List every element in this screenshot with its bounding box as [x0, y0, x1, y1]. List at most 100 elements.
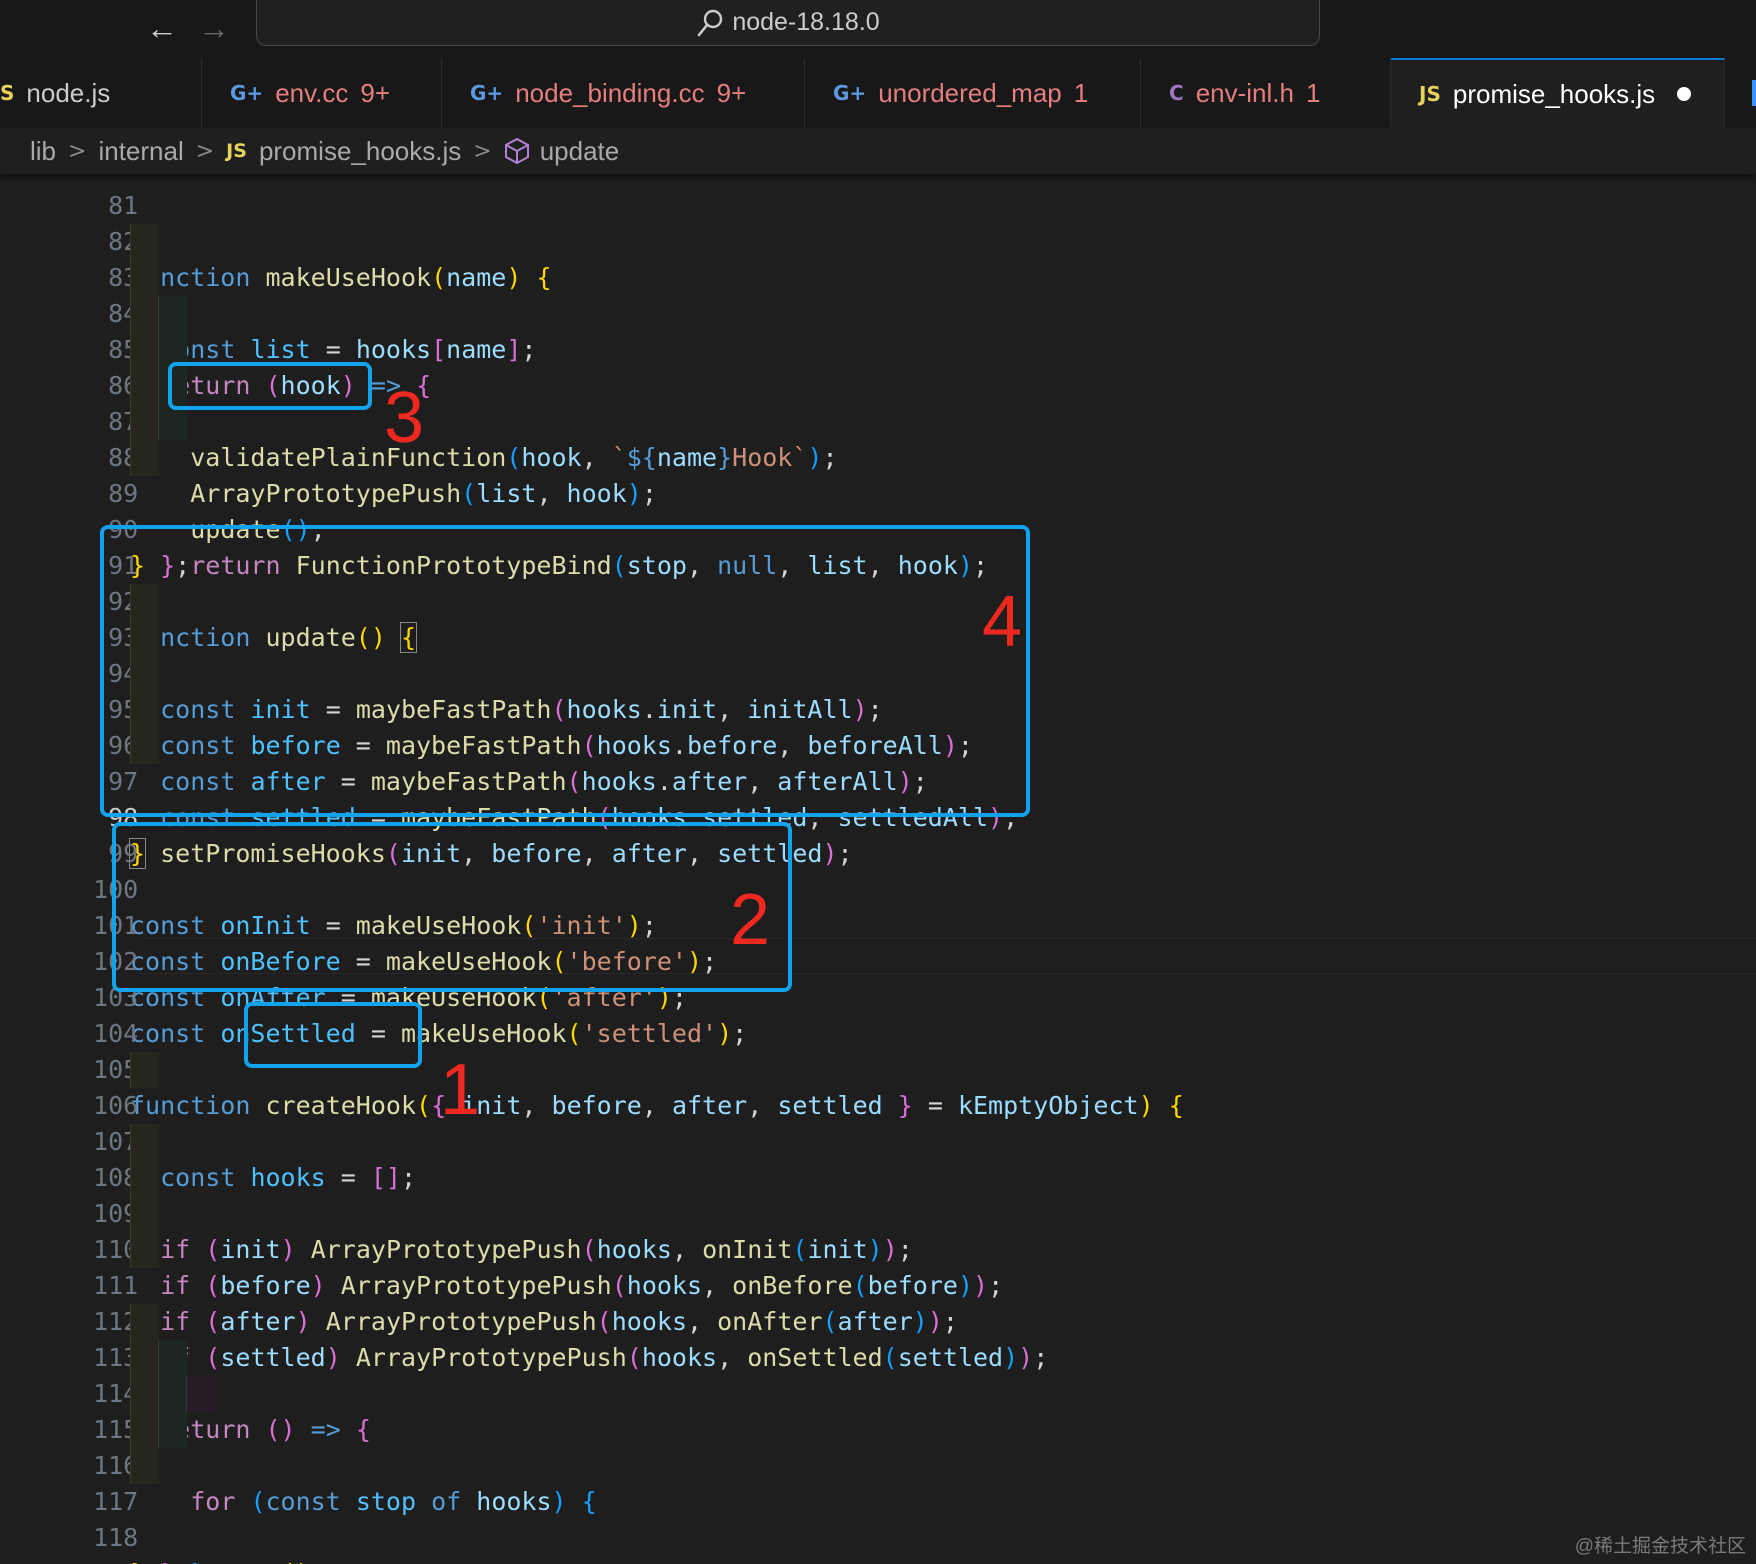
code-line[interactable]: 81 [0, 174, 138, 220]
code-line[interactable]: 117 }; [0, 1448, 190, 1564]
indent-guide [130, 296, 159, 332]
tab-env-cc[interactable]: G+ env.cc 9+ [202, 58, 442, 128]
cpp-file-icon: G+ [833, 81, 867, 105]
chevron-right-icon: > [68, 138, 87, 164]
back-arrow-icon[interactable]: ← [144, 10, 180, 46]
line-number: 109 [93, 1199, 139, 1228]
code-line[interactable]: 97 setPromiseHooks(init, before, after, … [0, 728, 853, 868]
code-line[interactable]: 111 if (settled) ArrayPrototypePush(hook… [0, 1232, 1048, 1372]
line-number: 111 [93, 1271, 139, 1300]
command-center[interactable]: node-18.18.0 [256, 0, 1320, 46]
code-line[interactable]: 91 [0, 512, 138, 580]
indent-guide [158, 1412, 187, 1448]
indent-guide [130, 1196, 159, 1232]
indent-guide [158, 1340, 187, 1376]
tab-label: env.cc [275, 77, 349, 108]
code-line[interactable]: 92 function update() { [0, 548, 418, 653]
code-line[interactable]: 110 if (after) ArrayPrototypePush(hooks,… [0, 1196, 958, 1336]
tab-node-js[interactable]: S node.js [0, 58, 202, 128]
code-line[interactable]: 116 } [0, 1412, 205, 1564]
code-line[interactable]: 103 const onSettled = makeUseHook('settl… [0, 944, 747, 1048]
tab-promise-hooks-js[interactable]: JS promise_hooks.js [1391, 58, 1725, 128]
code-line[interactable]: 93 const init = maybeFastPath(hooks.init… [0, 584, 883, 724]
code-line[interactable]: 101 const onBefore = makeUseHook('before… [0, 872, 717, 976]
tab-label: promise_hooks.js [1452, 78, 1656, 109]
indent-guide [130, 1160, 159, 1196]
code-line[interactable]: 90 } [0, 476, 145, 580]
tab-unordered-map[interactable]: G+ unordered_map 1 [805, 58, 1141, 128]
breadcrumb-symbol[interactable]: update [540, 136, 620, 167]
indent-guide [130, 368, 159, 404]
problem-count-badge: 1 [1073, 77, 1089, 108]
tab-overflow-indicator [1752, 80, 1756, 106]
unsaved-dot-icon[interactable] [1677, 87, 1692, 101]
line-code: function createHook({ init, before, afte… [130, 1091, 1184, 1120]
code-line[interactable]: 94 const before = maybeFastPath(hooks.be… [0, 620, 973, 760]
code-line[interactable]: 106 const hooks = []; [0, 1052, 416, 1192]
line-code: if (init) ArrayPrototypePush(hooks, onIn… [160, 1235, 913, 1264]
code-line[interactable]: 107 [0, 1088, 138, 1156]
watermark: @稀土掘金技术社区 [1574, 1536, 1746, 1557]
code-line[interactable]: 82 function makeUseHook(name) { [0, 188, 551, 292]
annotation-number-2: 2 [730, 880, 771, 960]
line-number: 110 [93, 1235, 139, 1264]
indent-guide [130, 1376, 159, 1412]
tab-env-inl-h[interactable]: C env-inl.h 1 [1141, 58, 1391, 128]
line-code: const hooks = []; [160, 1163, 417, 1192]
code-line[interactable]: 114 for (const stop of hooks) { [0, 1340, 597, 1516]
code-line[interactable]: 98 } [0, 764, 147, 869]
code-line[interactable]: 105 function createHook({ init, before, … [0, 1016, 1184, 1120]
line-number: 85 [108, 335, 139, 364]
tab-bar: S node.js G+ env.cc 9+ G+ node_binding.c… [0, 58, 1756, 129]
code-line[interactable]: 113 return () => { [0, 1304, 371, 1444]
code-line[interactable]: 115 stop(); [0, 1376, 326, 1564]
code-line[interactable]: 86 ArrayPrototypePush(list, hook); [0, 332, 657, 508]
code-line[interactable]: 89 }; [0, 440, 190, 580]
indent-guide [130, 1340, 159, 1376]
breadcrumb-file[interactable]: promise_hooks.js [259, 136, 461, 167]
line-number: 89 [108, 479, 139, 508]
line-number: 114 [93, 1379, 139, 1408]
line-number: 106 [93, 1091, 139, 1120]
code-line[interactable]: 108 if (init) ArrayPrototypePush(hooks, … [0, 1124, 913, 1264]
code-line[interactable]: 99 [0, 800, 138, 868]
code-line[interactable]: 104 [0, 980, 138, 1048]
code-line[interactable]: 102 const onAfter = makeUseHook('after')… [0, 908, 687, 1012]
code-line[interactable]: 119 [0, 1520, 138, 1564]
annotation-box-3 [168, 362, 372, 410]
code-line[interactable]: 118 } [0, 1484, 145, 1564]
indent-guide [130, 1412, 159, 1448]
indent-guide [130, 332, 159, 368]
indent-guide [130, 404, 159, 440]
chevron-right-icon: > [473, 138, 492, 164]
annotation-number-4: 4 [982, 582, 1023, 662]
problem-count-badge: 1 [1305, 77, 1321, 108]
js-file-icon: S [0, 81, 15, 105]
annotation-number-3: 3 [384, 378, 425, 458]
line-number: 118 [93, 1523, 139, 1552]
tab-node-binding-cc[interactable]: G+ node_binding.cc 9+ [442, 58, 805, 128]
code-line[interactable]: 100 const onInit = makeUseHook('init'); [0, 836, 657, 940]
cpp-file-icon: G+ [230, 81, 264, 105]
code-line[interactable]: 96 const settled = maybeFastPath(hooks.s… [0, 692, 1018, 832]
line-number: 81 [108, 191, 139, 220]
line-number: 87 [108, 407, 139, 436]
tab-label: node_binding.cc [515, 77, 705, 108]
line-code: const onSettled = makeUseHook('settled')… [130, 1019, 748, 1048]
breadcrumb-internal[interactable]: internal [98, 136, 183, 167]
code-line[interactable]: 84 return (hook) => { [0, 260, 431, 400]
code-line[interactable]: 112 [0, 1268, 138, 1336]
code-line[interactable]: 83 const list = hooks[name]; [0, 224, 536, 364]
cpp-file-icon: G+ [470, 81, 504, 105]
line-number: 115 [93, 1415, 139, 1444]
annotation-number-1: 1 [440, 1050, 481, 1130]
indent-guide [130, 260, 159, 296]
code-line[interactable]: 85 validatePlainFunction(hook, `${name}H… [0, 296, 838, 472]
forward-arrow-icon[interactable]: → [196, 10, 232, 46]
breadcrumb-lib[interactable]: lib [30, 136, 56, 167]
code-line[interactable]: 88 return FunctionPrototypeBind(stop, nu… [0, 404, 988, 580]
code-line[interactable]: 95 const after = maybeFastPath(hooks.aft… [0, 656, 928, 796]
code-line[interactable]: 87 update(); [0, 368, 326, 544]
line-number: 104 [93, 1019, 139, 1048]
code-line[interactable]: 109 if (before) ArrayPrototypePush(hooks… [0, 1160, 1003, 1300]
